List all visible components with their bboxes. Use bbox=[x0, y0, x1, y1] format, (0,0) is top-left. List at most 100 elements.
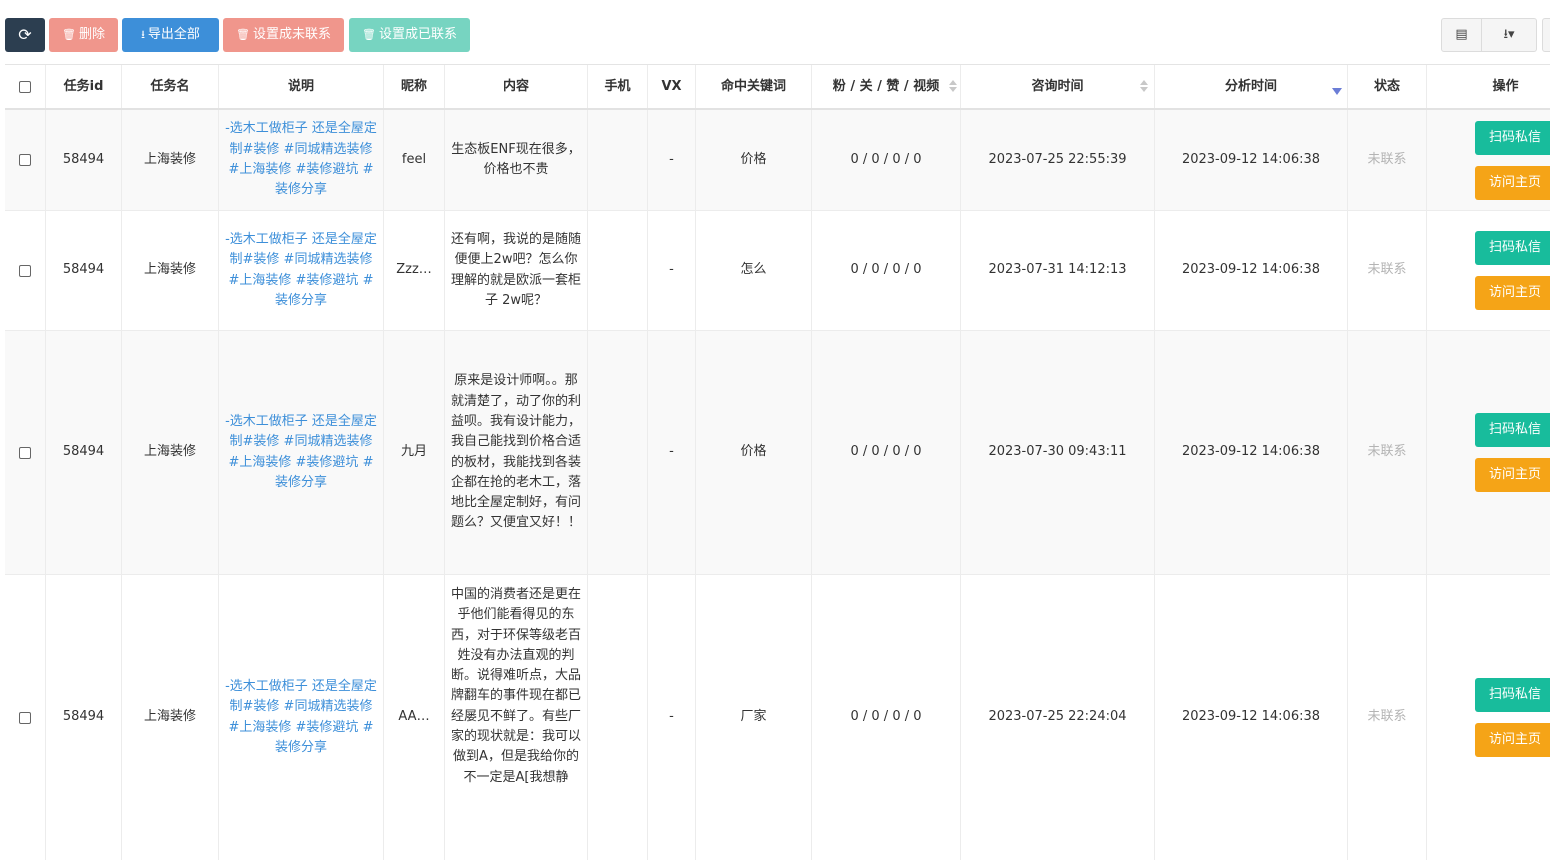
export-all-button[interactable]: ⭳ 导出全部 bbox=[122, 18, 219, 52]
set-contacted-button[interactable]: 🗑 设置成已联系 bbox=[349, 18, 470, 52]
sort-icon[interactable] bbox=[949, 80, 957, 94]
task-id-cell: 58494 bbox=[45, 575, 121, 860]
header-content[interactable]: 内容 bbox=[444, 65, 587, 108]
delete-button[interactable]: 🗑 删除 bbox=[49, 18, 118, 52]
phone-cell bbox=[587, 575, 647, 860]
row-checkbox[interactable] bbox=[19, 154, 31, 166]
export-all-label: 导出全部 bbox=[147, 27, 200, 42]
header-stats-label: 粉 / 关 / 赞 / 视频 bbox=[832, 79, 940, 94]
columns-toggle-button[interactable]: ▤ bbox=[1441, 18, 1482, 52]
consult-time-cell: 2023-07-31 14:12:13 bbox=[960, 211, 1154, 330]
description-link[interactable]: -选木工做柜子 还是全屋定制#装修 #同城精选装修 #上海装修 #装修避坑 #装… bbox=[218, 575, 383, 860]
status-cell: 未联系 bbox=[1347, 110, 1426, 210]
analysis-time-cell: 2023-09-12 14:06:38 bbox=[1154, 575, 1347, 860]
phone-cell bbox=[587, 331, 647, 574]
status-cell: 未联系 bbox=[1347, 331, 1426, 574]
description-link[interactable]: -选木工做柜子 还是全屋定制#装修 #同城精选装修 #上海装修 #装修避坑 #装… bbox=[218, 211, 383, 330]
scan-message-button[interactable]: 扫码私信 bbox=[1475, 678, 1550, 712]
phone-cell bbox=[587, 211, 647, 330]
refresh-button[interactable]: ⟳ bbox=[5, 18, 45, 52]
toolbar-extra-button[interactable] bbox=[1542, 18, 1550, 52]
header-stats[interactable]: 粉 / 关 / 赞 / 视频 bbox=[811, 65, 960, 108]
description-link[interactable]: -选木工做柜子 还是全屋定制#装修 #同城精选装修 #上海装修 #装修避坑 #装… bbox=[218, 331, 383, 574]
header-actions: 操作 bbox=[1426, 65, 1550, 108]
header-nickname[interactable]: 昵称 bbox=[383, 65, 444, 108]
sort-icon[interactable] bbox=[1140, 80, 1148, 94]
visit-homepage-button[interactable]: 访问主页 bbox=[1475, 276, 1550, 310]
scan-message-button[interactable]: 扫码私信 bbox=[1475, 231, 1550, 265]
nickname-cell: Zzz… bbox=[383, 211, 444, 330]
scan-message-button[interactable]: 扫码私信 bbox=[1475, 413, 1550, 447]
vx-cell: - bbox=[647, 331, 695, 574]
header-task-id[interactable]: 任务id bbox=[45, 65, 121, 108]
description-link[interactable]: -选木工做柜子 还是全屋定制#装修 #同城精选装修 #上海装修 #装修避坑 #装… bbox=[218, 110, 383, 210]
header-consult-time-label: 咨询时间 bbox=[1031, 79, 1084, 94]
header-vx[interactable]: VX bbox=[647, 65, 695, 108]
content-cell: 中国的消费者还是更在乎他们能看得见的东西，对于环保等级老百姓没有办法直观的判断。… bbox=[444, 575, 587, 860]
analysis-time-cell: 2023-09-12 14:06:38 bbox=[1154, 331, 1347, 574]
scan-message-button[interactable]: 扫码私信 bbox=[1475, 120, 1550, 155]
refresh-icon: ⟳ bbox=[18, 25, 32, 44]
header-analysis-time[interactable]: 分析时间 bbox=[1154, 65, 1347, 108]
content-cell: 还有啊，我说的是随随便便上2w吧？怎么你理解的就是欧派一套柜子 2w呢？ bbox=[444, 211, 587, 330]
content-cell: 生态板ENF现在很多，价格也不贵 bbox=[444, 110, 587, 210]
consult-time-cell: 2023-07-25 22:55:39 bbox=[960, 110, 1154, 210]
nickname-cell: feel bbox=[383, 110, 444, 210]
keyword-cell: 怎么 bbox=[695, 211, 811, 330]
visit-homepage-button[interactable]: 访问主页 bbox=[1475, 165, 1550, 200]
header-analysis-time-label: 分析时间 bbox=[1224, 79, 1277, 94]
stats-cell: 0 / 0 / 0 / 0 bbox=[811, 110, 960, 210]
row-select-cell bbox=[5, 110, 45, 210]
actions-cell: 扫码私信 访问主页 bbox=[1426, 110, 1550, 210]
content-cell: 原来是设计师啊。。那就清楚了，动了你的利益呗。我有设计能力，我自己能找到价格合适… bbox=[444, 331, 587, 574]
row-checkbox[interactable] bbox=[19, 264, 31, 277]
header-consult-time[interactable]: 咨询时间 bbox=[960, 65, 1154, 108]
header-keyword[interactable]: 命中关键词 bbox=[695, 65, 811, 108]
sort-desc-icon[interactable] bbox=[1332, 88, 1342, 95]
header-description[interactable]: 说明 bbox=[218, 65, 383, 108]
row-checkbox[interactable] bbox=[19, 446, 31, 459]
trash-icon: 🗑 bbox=[236, 28, 250, 41]
set-uncontacted-button[interactable]: 🗑 设置成未联系 bbox=[223, 18, 344, 52]
nickname-cell: 九月 bbox=[383, 331, 444, 574]
task-name-cell: 上海装修 bbox=[121, 331, 218, 574]
status-cell: 未联系 bbox=[1347, 575, 1426, 860]
download-icon: ⭳ bbox=[141, 28, 145, 41]
nickname-cell: AA… bbox=[383, 575, 444, 860]
analysis-time-cell: 2023-09-12 14:06:38 bbox=[1154, 110, 1347, 210]
export-menu-button[interactable]: ⭳▾ bbox=[1481, 18, 1537, 52]
vx-cell: - bbox=[647, 110, 695, 210]
keyword-cell: 厂家 bbox=[695, 575, 811, 860]
table-header: 任务id 任务名 说明 昵称 内容 手机 VX 命中关键词 粉 / 关 / 赞 … bbox=[5, 65, 1550, 110]
trash-icon: 🗑 bbox=[62, 28, 76, 41]
consult-time-cell: 2023-07-25 22:24:04 bbox=[960, 575, 1154, 860]
table-row: 58494 上海装修 -选木工做柜子 还是全屋定制#装修 #同城精选装修 #上海… bbox=[5, 331, 1550, 575]
table-row: 58494 上海装修 -选木工做柜子 还是全屋定制#装修 #同城精选装修 #上海… bbox=[5, 211, 1550, 331]
select-all-header bbox=[5, 65, 45, 108]
row-checkbox[interactable] bbox=[19, 711, 31, 724]
task-id-cell: 58494 bbox=[45, 331, 121, 574]
vx-cell: - bbox=[647, 575, 695, 860]
header-task-name[interactable]: 任务名 bbox=[121, 65, 218, 108]
task-name-cell: 上海装修 bbox=[121, 110, 218, 210]
columns-icon: ▤ bbox=[1455, 27, 1468, 42]
analysis-time-cell: 2023-09-12 14:06:38 bbox=[1154, 211, 1347, 330]
actions-cell: 扫码私信 访问主页 bbox=[1426, 331, 1550, 574]
set-uncontacted-label: 设置成未联系 bbox=[252, 27, 331, 42]
vx-cell: - bbox=[647, 211, 695, 330]
stats-cell: 0 / 0 / 0 / 0 bbox=[811, 331, 960, 574]
select-all-checkbox[interactable] bbox=[19, 80, 31, 93]
table-row: 58494 上海装修 -选木工做柜子 还是全屋定制#装修 #同城精选装修 #上海… bbox=[5, 110, 1550, 211]
keyword-cell: 价格 bbox=[695, 110, 811, 210]
visit-homepage-button[interactable]: 访问主页 bbox=[1475, 723, 1550, 757]
keyword-cell: 价格 bbox=[695, 331, 811, 574]
header-status[interactable]: 状态 bbox=[1347, 65, 1426, 108]
task-name-cell: 上海装修 bbox=[121, 211, 218, 330]
actions-cell: 扫码私信 访问主页 bbox=[1426, 211, 1550, 330]
header-phone[interactable]: 手机 bbox=[587, 65, 647, 108]
visit-homepage-button[interactable]: 访问主页 bbox=[1475, 458, 1550, 492]
task-id-cell: 58494 bbox=[45, 110, 121, 210]
stats-cell: 0 / 0 / 0 / 0 bbox=[811, 211, 960, 330]
status-cell: 未联系 bbox=[1347, 211, 1426, 330]
task-id-cell: 58494 bbox=[45, 211, 121, 330]
